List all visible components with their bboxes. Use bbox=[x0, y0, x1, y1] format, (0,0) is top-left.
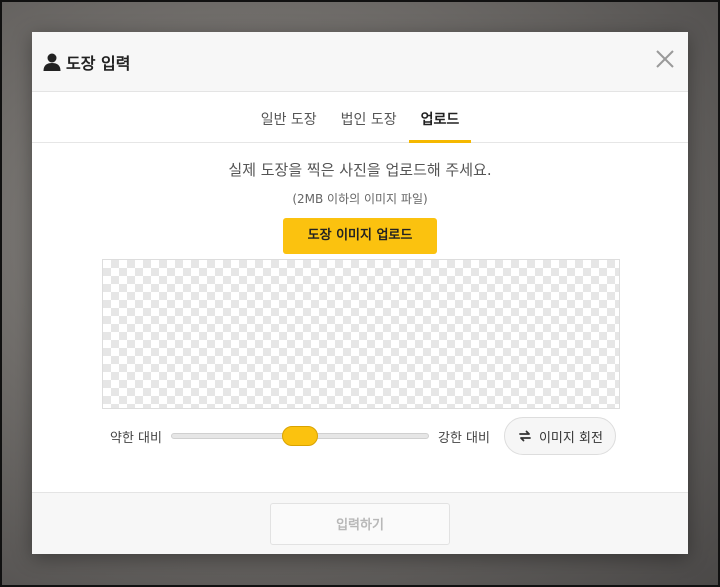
seal-image-preview bbox=[102, 259, 620, 409]
low-contrast-label: 약한 대비 bbox=[110, 430, 162, 446]
upload-panel: 실제 도장을 찍은 사진을 업로드해 주세요. (2MB 이하의 이미지 파일)… bbox=[32, 159, 688, 254]
high-contrast-label: 강한 대비 bbox=[437, 430, 490, 446]
rotate-icon bbox=[519, 430, 531, 442]
seal-input-dialog: 도장 입력 일반 도장 법인 도장 업로드 실제 도장을 찍은 사진을 업로드해… bbox=[32, 32, 688, 554]
tab-general-seal[interactable]: 일반 도장 bbox=[249, 109, 329, 143]
upload-seal-image-button[interactable]: 도장 이미지 업로드 bbox=[283, 218, 437, 254]
upload-instruction: 실제 도장을 찍은 사진을 업로드해 주세요. bbox=[228, 161, 492, 179]
seal-type-tabs: 일반 도장 법인 도장 업로드 bbox=[32, 92, 688, 143]
person-icon bbox=[42, 52, 62, 72]
tab-corporate-seal[interactable]: 법인 도장 bbox=[329, 109, 409, 143]
rotate-image-button[interactable]: 이미지 회전 bbox=[503, 417, 616, 455]
file-size-note: (2MB 이하의 이미지 파일) bbox=[292, 192, 428, 206]
contrast-slider[interactable] bbox=[170, 426, 429, 446]
dialog-header: 도장 입력 bbox=[32, 32, 688, 92]
close-button[interactable] bbox=[654, 48, 676, 70]
close-icon bbox=[656, 50, 674, 68]
submit-button[interactable]: 입력하기 bbox=[270, 502, 450, 545]
dialog-footer: 입력하기 bbox=[32, 492, 688, 554]
tab-upload[interactable]: 업로드 bbox=[408, 109, 472, 143]
dialog-title: 도장 입력 bbox=[66, 53, 131, 73]
contrast-control: 약한 대비 강한 대비 이미지 회전 bbox=[110, 417, 620, 455]
contrast-slider-thumb[interactable] bbox=[281, 426, 318, 446]
rotate-image-label: 이미지 회전 bbox=[538, 430, 603, 446]
